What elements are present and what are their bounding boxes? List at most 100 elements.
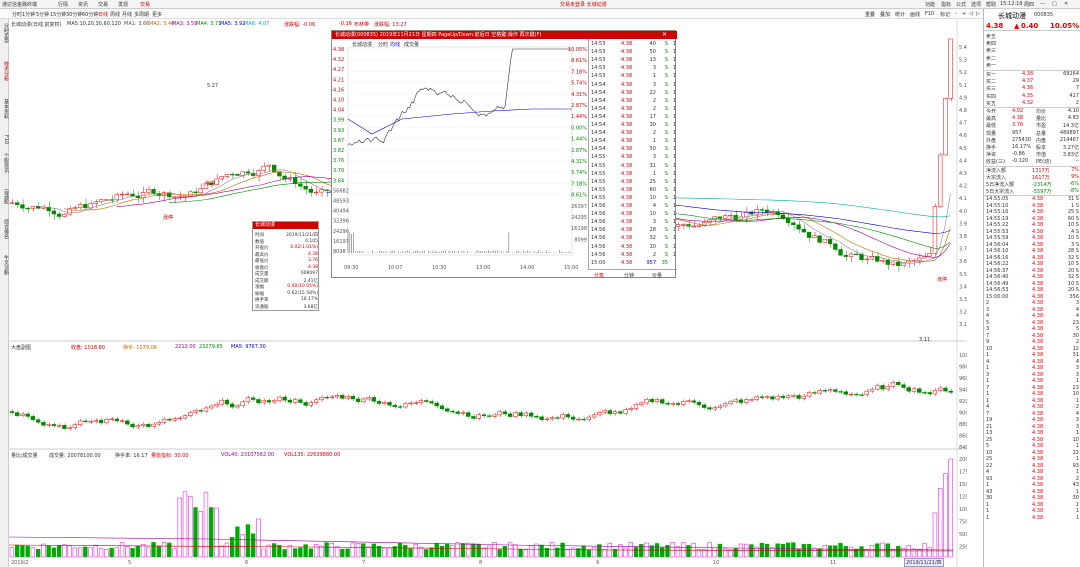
trade-seq: 3 [986, 306, 990, 313]
tick-vol: 10 [649, 211, 656, 218]
index-candle [292, 399, 298, 403]
trade-vol: 93 [1072, 462, 1079, 469]
zoom-in-button[interactable]: + [962, 11, 966, 17]
tick-price: 4.38 [621, 49, 633, 56]
menu-options[interactable]: 选项 [971, 1, 981, 8]
menu-discover[interactable]: 发现 [118, 1, 128, 8]
flow-label: 净流入额 [986, 167, 1007, 174]
trade-seq: 1 [986, 508, 990, 515]
tick-vol: 40 [649, 41, 656, 47]
intraday-chart[interactable]: 4.38 4.32 4.27 4.21 4.16 4.10 4.04 3.99 3.93 3.87… [332, 39, 588, 271]
index-candle [119, 420, 125, 422]
tab-period-7[interactable]: 周线 [110, 11, 120, 18]
date-cursor-box: 2019/11/21/四 [904, 558, 944, 567]
index-tick: 8600 [959, 434, 967, 440]
trade-vol: 22 [1072, 449, 1079, 456]
menu-indicator[interactable]: 指标 [941, 1, 951, 8]
prev-button[interactable]: ◁ [969, 11, 973, 17]
tool-draw[interactable]: 画线 [910, 11, 920, 18]
infobox-title: 长城动漫 [253, 222, 318, 229]
tool-overlay[interactable]: 重叠 [865, 11, 875, 18]
tick-time: 14:55 [591, 162, 606, 169]
minimize-icon[interactable]: — [1040, 1, 1045, 7]
menu-market[interactable]: 行情 [58, 1, 68, 8]
tab-period-5[interactable]: 60分钟 [82, 11, 98, 18]
tick-time: 14:56 [591, 251, 606, 258]
trade-vol: 10 [1072, 391, 1079, 398]
close-icon[interactable]: ✕ [1064, 1, 1068, 7]
index-candle [51, 424, 57, 426]
index-candle [654, 399, 660, 402]
tool-stats[interactable]: 统计 [895, 11, 905, 18]
popup-tab-0[interactable]: 分笔 [594, 272, 604, 279]
stock-pct: 10.05% [1050, 22, 1080, 30]
index-candle [581, 418, 586, 421]
tab-period-10[interactable]: 更多 [152, 11, 162, 18]
nav-item-3[interactable]: F10 [1, 135, 9, 144]
nav-item-0[interactable]: 分时走势 [1, 23, 9, 43]
tick-vol: 60 [649, 186, 656, 193]
nav-item-6[interactable]: 综合排名 [1, 219, 9, 239]
intraday-popup[interactable]: 长城动漫(000835) 2019年11月21日 星期四 PageUp/Down… [331, 30, 678, 279]
volume-bar [256, 518, 261, 558]
tick-count: 1 [672, 227, 676, 234]
nav-item-5[interactable]: 自选股 [1, 189, 9, 204]
nav-item-1[interactable]: 技术分析 [1, 61, 9, 81]
tool-stack[interactable]: 叠加 [880, 11, 890, 18]
menu-info[interactable]: 资讯 [78, 1, 88, 8]
trade-price: 4.38 [1032, 423, 1044, 430]
popup-tab-2[interactable]: 价量 [652, 272, 662, 279]
nav-item-7[interactable]: 牛叉诊断 [1, 255, 9, 275]
menu-trade2[interactable]: 交易 [140, 1, 150, 8]
volume-bar [859, 546, 864, 558]
menu-function[interactable]: 功能 [925, 1, 935, 8]
tab-period-2[interactable]: 5分钟 [36, 11, 49, 18]
tick-count: 1 [672, 105, 676, 112]
tick-time: 15:00 [591, 259, 606, 266]
menu-formula[interactable]: 公式 [956, 1, 966, 8]
tab-period-0[interactable]: 分时 [12, 11, 22, 18]
tab-period-4[interactable]: 30分钟 [66, 11, 82, 18]
zoom-out-button[interactable]: - [955, 11, 957, 17]
popup-title[interactable]: 长城动漫(000835) 2019年11月21日 星期四 PageUp/Down… [332, 31, 677, 39]
maximize-icon[interactable]: □ [1052, 1, 1057, 7]
menu-help[interactable]: 帮助 [986, 1, 996, 8]
nav-item-2[interactable]: 基本资料 [1, 99, 9, 119]
trade-price: 4.38 [1032, 475, 1044, 482]
bid-vol: 7 [1075, 85, 1079, 92]
tool-f10[interactable]: F10 [925, 11, 934, 17]
tick-price: 4.38 [621, 186, 633, 193]
trade-vol: 20 S [1067, 267, 1079, 274]
tick-side: S [664, 57, 668, 64]
tab-period-8[interactable]: 月线 [122, 11, 132, 18]
nav-item-4[interactable]: 个股资讯 [1, 153, 9, 173]
tick-row: 14:55 4.38 3 S 1 [589, 154, 678, 162]
menu-trade[interactable]: 交易 [98, 1, 108, 8]
tick-side: S [664, 130, 668, 137]
tick-row: 14:56 4.38 28 S 1 [589, 227, 678, 235]
vol-panel-title: 量比/成交量 [11, 453, 38, 459]
infobox-label: 时间 [255, 233, 264, 238]
vol-v5: VOL135: 22639880.00 [284, 452, 341, 458]
tab-period-6[interactable]: 日线 [98, 11, 108, 18]
tick-row: 14:56 4.38 32 S 1 [589, 235, 678, 243]
tab-period-9[interactable]: 多周期 [134, 11, 149, 18]
popup-left-tick: 40494 [333, 209, 349, 215]
tab-period-1[interactable]: 1分钟 [22, 11, 35, 18]
stat-label: 现量 [986, 130, 997, 137]
popup-close-icon[interactable]: ✕ [662, 31, 667, 38]
tick-vol: 1 [652, 138, 656, 145]
popup-tab-1[interactable]: 分钟 [624, 272, 634, 279]
stock-change-arrow: ▲ [1014, 22, 1020, 30]
quote-panel: 长城动漫 000835 4.38 ▲ 0.40 10.05% 卖五 卖四 卖三 卖二卖… [983, 9, 1080, 567]
next-button[interactable]: ▷ [976, 11, 980, 17]
tick-price: 4.38 [621, 194, 633, 201]
infobox-label: 数值 [255, 239, 264, 245]
price-tick: 4.70 [959, 121, 967, 127]
tab-period-3[interactable]: 15分钟 [50, 11, 66, 18]
popup-left-tick: 4.38 [333, 47, 344, 53]
tool-mark[interactable]: 标记 [940, 11, 950, 18]
tick-count: 1 [672, 57, 676, 64]
trade-time: 14:55:19 [986, 215, 1009, 222]
flow-label: 5日大宗流入 [986, 189, 1015, 196]
